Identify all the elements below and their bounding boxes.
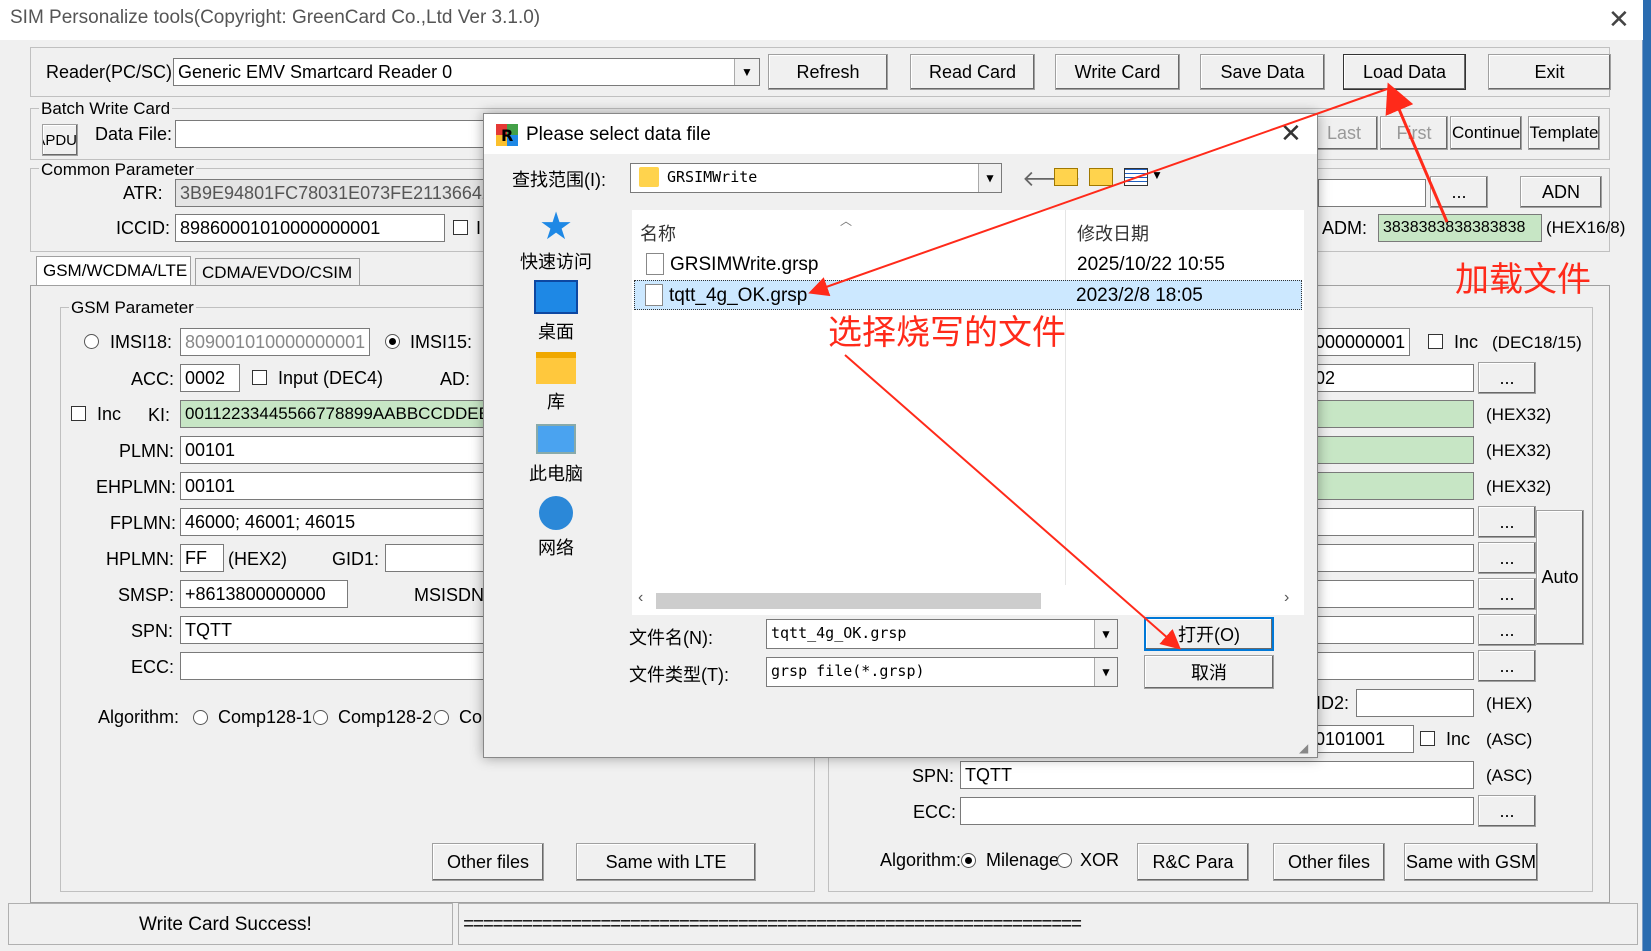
load-data-arrow — [1385, 82, 1449, 223]
annotation-overlay — [808, 82, 1449, 650]
open-button-arrow — [844, 354, 1182, 650]
select-file-arrow — [808, 87, 1391, 297]
load-file-annotation: 加载文件 — [1455, 260, 1591, 300]
select-file-annotation: 选择烧写的文件 — [828, 313, 1066, 353]
